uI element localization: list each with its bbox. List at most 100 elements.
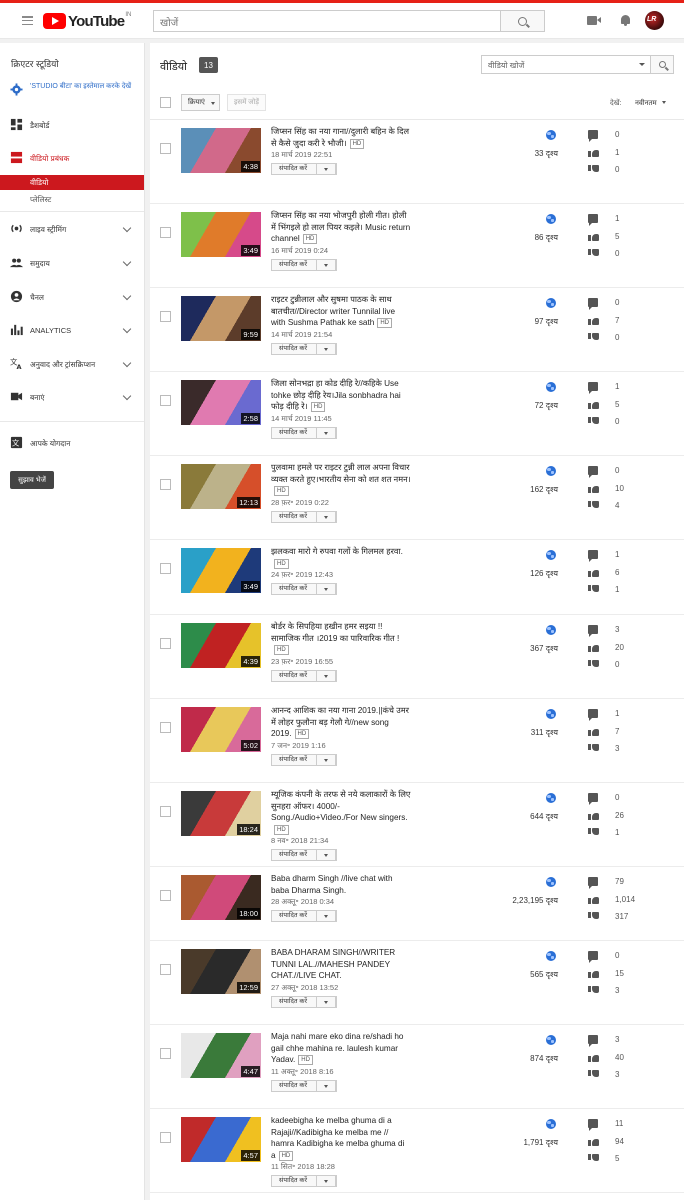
video-thumbnail[interactable]: 3:49 xyxy=(181,548,261,593)
select-all-checkbox[interactable] xyxy=(160,97,171,108)
youtube-logo[interactable]: YouTube IN xyxy=(43,12,131,30)
edit-options-dropdown[interactable] xyxy=(316,670,336,682)
sidebar-item-community[interactable]: समुदाय xyxy=(0,256,145,272)
sidebar-item-live-streaming[interactable]: लाइव स्ट्रीमिंग xyxy=(0,222,145,238)
edit-options-dropdown[interactable] xyxy=(316,427,336,439)
video-thumbnail[interactable]: 3:49 xyxy=(181,212,261,257)
video-row[interactable]: 3:49 जिप्सन सिंह का नया भोजपुरी होली गीत… xyxy=(150,204,684,288)
video-thumbnail[interactable]: 12:59 xyxy=(181,949,261,994)
video-thumbnail[interactable]: 18:00 xyxy=(181,875,261,920)
sidebar-item-contributions[interactable]: 文 आपके योगदान xyxy=(0,436,145,452)
view-count: 565 दृश्य xyxy=(530,970,558,979)
video-checkbox[interactable] xyxy=(160,722,171,733)
video-row[interactable]: 4:47 Maja nahi mare eko dina re/shadi ho… xyxy=(150,1025,684,1109)
video-thumbnail[interactable]: 4:57 xyxy=(181,1117,261,1162)
edit-options-dropdown[interactable] xyxy=(316,910,336,922)
video-checkbox[interactable] xyxy=(160,311,171,322)
video-thumbnail[interactable]: 5:02 xyxy=(181,707,261,752)
sidebar-item-videos[interactable]: वीडियो xyxy=(0,175,144,190)
bell-icon[interactable] xyxy=(620,14,631,26)
video-title[interactable]: आनन्द आशिक का नया गाना 2019.||कंचे उमर म… xyxy=(271,705,411,740)
video-thumbnail[interactable]: 9:59 xyxy=(181,296,261,341)
video-title[interactable]: जिप्सन सिंह का नया भोजपुरी होली गीत। होल… xyxy=(271,210,411,245)
video-thumbnail[interactable]: 4:38 xyxy=(181,128,261,173)
video-checkbox[interactable] xyxy=(160,395,171,406)
video-checkbox[interactable] xyxy=(160,1048,171,1059)
video-row[interactable]: 5:02 आनन्द आशिक का नया गाना 2019.||कंचे … xyxy=(150,699,684,783)
edit-options-dropdown[interactable] xyxy=(316,754,336,766)
video-row[interactable]: 4:38 जिप्सन सिंह का नया गाना//दुलारी बहि… xyxy=(150,120,684,204)
video-thumbnail[interactable]: 2:58 xyxy=(181,380,261,425)
sidebar-item-label: बनाएं xyxy=(30,393,45,402)
hd-badge: HD xyxy=(274,558,289,569)
video-row[interactable]: 4:57 kadeebigha ke melba ghuma di a Raja… xyxy=(150,1109,684,1193)
video-row[interactable]: 2:58 जिला सोनभद्रा हा कोड दीहि रे//कहिके… xyxy=(150,372,684,456)
sidebar-item-playlists[interactable]: प्लेलिस्ट xyxy=(30,195,51,205)
video-title[interactable]: पुलवामा हमले पर राइटर टुन्नी लाल अपना वि… xyxy=(271,462,411,497)
caret-down-icon[interactable] xyxy=(662,101,666,104)
video-row[interactable]: 3:49 झलकवा मारो गे रुपवा गलों के गिलमल ह… xyxy=(150,540,684,615)
video-checkbox[interactable] xyxy=(160,143,171,154)
video-row[interactable]: 12:59 BABA DHARAM SINGH//WRITER TUNNI LA… xyxy=(150,941,684,1025)
video-title[interactable]: Baba dharm Singh //live chat with baba D… xyxy=(271,873,411,896)
search-button[interactable] xyxy=(501,10,545,32)
video-checkbox[interactable] xyxy=(160,890,171,901)
menu-icon[interactable] xyxy=(22,16,33,26)
sidebar-item-create[interactable]: बनाएं xyxy=(0,390,145,406)
video-search-input[interactable]: वीडियो खोजें xyxy=(481,55,651,74)
video-title[interactable]: Maja nahi mare eko dina re/shadi ho gail… xyxy=(271,1031,411,1066)
edit-options-dropdown[interactable] xyxy=(316,1080,336,1092)
edit-options-dropdown[interactable] xyxy=(316,163,336,175)
video-checkbox[interactable] xyxy=(160,1132,171,1143)
edit-options-dropdown[interactable] xyxy=(316,1175,336,1187)
video-checkbox[interactable] xyxy=(160,563,171,574)
sort-dropdown[interactable]: नवीनतम xyxy=(635,99,657,108)
video-title[interactable]: जिप्सन सिंह का नया गाना//दुलारी बहिन के … xyxy=(271,126,411,149)
video-thumbnail[interactable]: 12:13 xyxy=(181,464,261,509)
actions-dropdown[interactable]: क्रियाएं xyxy=(181,94,220,111)
edit-options-dropdown[interactable] xyxy=(316,583,336,595)
edit-options-dropdown[interactable] xyxy=(316,849,336,861)
video-thumbnail[interactable]: 4:39 xyxy=(181,623,261,668)
edit-options-dropdown[interactable] xyxy=(316,259,336,271)
video-checkbox[interactable] xyxy=(160,479,171,490)
edit-options-dropdown[interactable] xyxy=(316,343,336,355)
video-row[interactable]: 9:59 राइटर टुन्नीलाल और सुषमा पाठक के सा… xyxy=(150,288,684,372)
video-thumbnail[interactable]: 4:47 xyxy=(181,1033,261,1078)
video-row[interactable]: 18:24 म्यूजिक कंपनी के तरफ से नये कलाकार… xyxy=(150,783,684,867)
sidebar-item-channel[interactable]: चैनल xyxy=(0,290,145,306)
add-to-button[interactable]: इसमें जोड़ें xyxy=(227,94,267,111)
video-title[interactable]: म्यूजिक कंपनी के तरफ से नये कलाकारों के … xyxy=(271,789,411,835)
video-row[interactable]: 4:39 बोर्डर के सिपहिया हखीन हमर सइया !! … xyxy=(150,615,684,699)
video-title[interactable]: kadeebigha ke melba ghuma di a Rajaji//K… xyxy=(271,1115,411,1161)
edit-options-dropdown[interactable] xyxy=(316,996,336,1008)
dislike-count: 0 xyxy=(615,660,620,669)
sidebar-item-analytics[interactable]: ANALYTICS xyxy=(0,323,145,339)
video-row[interactable]: 18:00 Baba dharm Singh //live chat with … xyxy=(150,867,684,941)
video-title[interactable]: BABA DHARAM SINGH//WRITER TUNNI LAL.//MA… xyxy=(271,947,411,982)
dislike-count: 0 xyxy=(615,165,620,174)
video-duration: 12:59 xyxy=(237,982,260,993)
video-title[interactable]: राइटर टुन्नीलाल और सुषमा पाठक के साथ बात… xyxy=(271,294,411,329)
edit-options-dropdown[interactable] xyxy=(316,511,336,523)
video-checkbox[interactable] xyxy=(160,638,171,649)
video-checkbox[interactable] xyxy=(160,964,171,975)
send-feedback-button[interactable]: सुझाव भेजें xyxy=(10,471,54,489)
sidebar-item-video-manager[interactable]: वीडियो प्रबंधक xyxy=(0,151,145,167)
video-title[interactable]: झलकवा मारो गे रुपवा गलों के गिलमल हरवा. H… xyxy=(271,546,411,569)
video-checkbox[interactable] xyxy=(160,806,171,817)
sidebar-item-studio-beta[interactable]: 'STUDIO बीटा' का इस्तेमाल करके देखें xyxy=(0,81,145,103)
caret-down-icon[interactable] xyxy=(639,63,645,66)
search-input[interactable]: खोजें xyxy=(153,10,501,32)
avatar[interactable]: LR xyxy=(645,11,664,30)
video-thumbnail[interactable]: 18:24 xyxy=(181,791,261,836)
video-row[interactable]: 12:13 पुलवामा हमले पर राइटर टुन्नी लाल अ… xyxy=(150,456,684,540)
sidebar-item-dashboard[interactable]: डैशबोर्ड xyxy=(0,118,145,134)
sidebar-item-translations[interactable]: 文 A अनुवाद और ट्रांसक्रिप्शन xyxy=(0,357,145,373)
video-title[interactable]: जिला सोनभद्रा हा कोड दीहि रे//कहिके Use … xyxy=(271,378,411,413)
video-checkbox[interactable] xyxy=(160,227,171,238)
video-title[interactable]: बोर्डर के सिपहिया हखीन हमर सइया !! सामाज… xyxy=(271,621,411,656)
dislike-count: 1 xyxy=(615,585,620,594)
video-search-button[interactable] xyxy=(651,55,674,74)
video-camera-icon[interactable] xyxy=(587,16,601,25)
